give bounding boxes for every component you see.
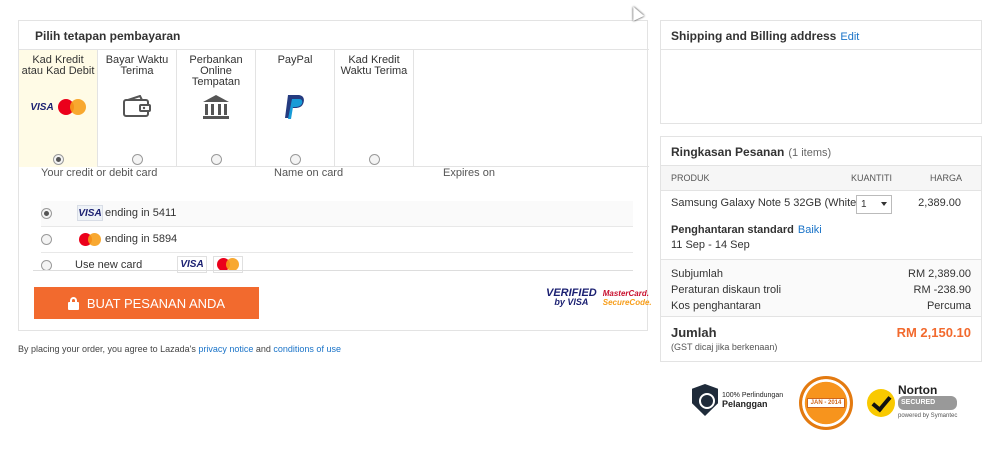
shipping-title: Shipping and Billing address Edit [671,29,860,43]
card-description: ending in 5894 [105,233,178,245]
verified-by-visa-logo: VERIFIED by VISA [546,287,597,307]
tab-radio[interactable] [290,154,301,165]
payment-title: Pilih tetapan pembayaran [35,29,181,43]
tab-label: Kad Kredit atau Kad Debit [21,54,95,77]
quantity-select[interactable]: 1 [856,195,892,214]
tab-radio[interactable] [53,154,64,165]
pci-dss-badge: JAN - 2014 [799,376,853,430]
card-brands-icon: VISA [19,92,97,122]
card-row-mastercard[interactable]: ending in 5894 [41,227,633,253]
column-header-price: HARGA [930,173,963,183]
conditions-of-use-link[interactable]: conditions of use [273,344,341,354]
change-delivery-link[interactable]: Baiki [798,224,822,236]
wallet-icon [98,92,176,122]
item-count: (1 items) [788,147,832,159]
card-radio[interactable] [41,234,52,245]
tab-paypal[interactable]: PayPal [256,50,335,167]
divider [661,49,981,50]
terms-text: By placing your order, you agree to Laza… [18,344,341,354]
visa-icon: VISA [77,205,103,221]
delivery-date: 11 Sep - 14 Sep [671,239,750,251]
tab-online-banking[interactable]: Perbankan Online Tempatan [177,50,256,167]
product-price: 2,389.00 [918,197,961,209]
tab-credit-card-on-delivery[interactable]: Kad Kredit Waktu Terima [335,50,414,167]
checkmark-icon [867,389,895,417]
payment-method-tabs: Kad Kredit atau Kad Debit VISA Bayar Wak… [19,49,649,167]
buyer-protection-badge: 100% Perlindungan Pelanggan [692,384,783,416]
mouse-cursor-icon [627,4,645,21]
column-header-card: Your credit or debit card [41,167,158,179]
mastercard-icon [77,231,103,247]
card-radio[interactable] [41,208,52,219]
column-header-product: PRODUK [671,173,710,183]
price-summary: Subjumlah RM 2,389.00 Peraturan diskaun t… [661,259,981,317]
shipping-cost-row: Kos penghantaran Percuma [671,300,971,312]
tab-cash-on-delivery[interactable]: Bayar Waktu Terima [98,50,177,167]
trust-badges: 100% Perlindungan Pelanggan JAN - 2014 No… [692,376,962,432]
product-name: Samsung Galaxy Note 5 32GB (White) [671,197,860,209]
card-description: ending in 5411 [105,207,177,219]
order-table-header: PRODUK KUANTITI HARGA [661,165,981,191]
gst-note: (GST dicaj jika berkenaan) [671,342,778,352]
visa-icon: VISA [30,101,54,113]
total-label: Jumlah [671,325,717,340]
column-header-name: Name on card [274,167,344,179]
tab-label: Perbankan Online Tempatan [189,54,243,88]
tab-label: Bayar Waktu Terima [105,54,169,77]
mastercard-securecode-logo: MasterCard. SecureCode. [602,289,652,307]
edit-address-link[interactable]: Edit [840,31,859,43]
place-order-label: BUAT PESANAN ANDA [86,295,226,311]
chevron-down-icon [881,202,887,206]
paypal-icon [256,92,334,122]
tab-credit-debit-card[interactable]: Kad Kredit atau Kad Debit VISA [19,50,98,167]
bank-icon [177,92,255,122]
order-summary-title: Ringkasan Pesanan (1 items) [671,145,832,159]
tab-label: PayPal [277,54,313,66]
delivery-option: Penghantaran standard Baiki [671,224,822,236]
divider [33,270,633,271]
card-row-visa[interactable]: VISA ending in 5411 [41,201,633,227]
card-row-new[interactable]: Use new card VISA [41,253,633,279]
subtotal-row: Subjumlah RM 2,389.00 [671,268,971,280]
discount-row: Peraturan diskaun troli RM -238.90 [671,284,971,296]
privacy-notice-link[interactable]: privacy notice [198,344,253,354]
tab-radio[interactable] [211,154,222,165]
column-header-qty: KUANTITI [851,173,893,183]
norton-secured-badge: Norton SECURED powered by Symantec [867,384,958,422]
shield-icon [692,384,718,416]
total-value: RM 2,150.10 [896,325,971,340]
tab-label: Kad Kredit Waktu Terima [340,54,408,77]
secure-payment-logos: VERIFIED by VISA MasterCard. SecureCode. [546,287,652,308]
place-order-button[interactable]: BUAT PESANAN ANDA [34,287,259,319]
order-summary-panel: Ringkasan Pesanan (1 items) PRODUK KUANTI… [660,136,982,362]
payment-panel: Pilih tetapan pembayaran Kad Kredit atau… [18,20,652,331]
mastercard-icon [57,99,86,115]
tab-radio[interactable] [132,154,143,165]
shipping-billing-panel: Shipping and Billing address Edit [660,20,982,124]
tab-radio[interactable] [369,154,380,165]
lock-icon [67,296,79,310]
column-header-expires: Expires on [443,167,495,179]
